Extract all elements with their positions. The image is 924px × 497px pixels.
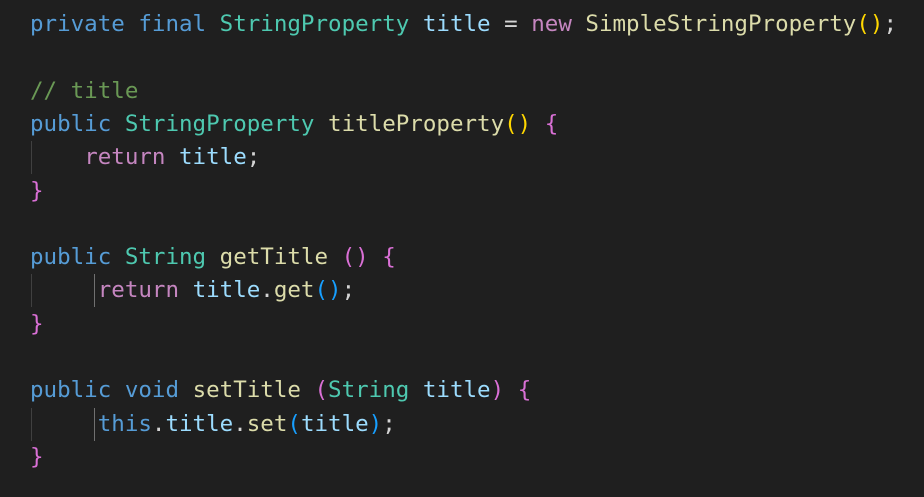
code-token: new	[531, 11, 572, 37]
code-line[interactable]: public StringProperty titleProperty() {	[30, 108, 558, 141]
code-token: private	[30, 11, 125, 37]
code-line[interactable]: this.title.set(title);	[30, 408, 396, 441]
code-token: void	[124, 377, 180, 404]
code-token: return	[97, 277, 180, 304]
code-token: public	[30, 244, 112, 271]
code-token: {	[517, 377, 532, 404]
code-token: return	[84, 144, 166, 171]
code-line[interactable]: return title;	[30, 141, 260, 174]
active-indent-guide	[94, 274, 96, 308]
active-indent-guide	[94, 407, 96, 441]
code-token: title	[300, 410, 369, 437]
code-token: ;	[883, 11, 897, 37]
code-line[interactable]: public String getTitle () {	[30, 241, 396, 274]
code-line[interactable]: public void setTitle (String title) {	[30, 374, 531, 407]
code-token: ()	[341, 244, 369, 271]
code-token: title	[165, 410, 234, 437]
code-token: this	[97, 410, 152, 437]
code-token: public	[30, 377, 112, 404]
code-token: title	[179, 144, 247, 171]
code-token: final	[138, 11, 207, 37]
code-token: )	[368, 410, 383, 437]
code-token: String	[124, 244, 207, 271]
code-line[interactable]: }	[30, 441, 44, 474]
code-token: {	[382, 244, 396, 271]
code-token: SimpleStringProperty	[585, 11, 857, 37]
code-token: String	[328, 377, 410, 404]
code-token: title	[422, 11, 491, 37]
code-editor[interactable]: private final StringProperty title = new…	[0, 0, 924, 497]
code-token: =	[490, 11, 532, 37]
code-line[interactable]: return title.get();	[30, 274, 355, 307]
code-token: ;	[246, 144, 261, 171]
code-token: title	[422, 377, 491, 404]
code-token: // title	[30, 77, 139, 104]
code-line[interactable]: }	[30, 308, 44, 341]
code-token: setTitle	[192, 377, 301, 404]
code-token: .	[260, 277, 274, 304]
code-token: ()	[856, 11, 884, 37]
code-token: set	[246, 410, 288, 437]
code-token: StringProperty	[219, 11, 410, 37]
code-token: StringProperty	[124, 110, 315, 137]
code-token: }	[30, 443, 44, 470]
code-token: }	[30, 177, 44, 204]
code-token: ()	[314, 277, 342, 304]
code-token: (	[287, 410, 301, 437]
code-token: ;	[341, 277, 356, 304]
code-token: (	[314, 377, 329, 404]
code-line[interactable]: // title	[30, 75, 138, 108]
code-token: titleProperty	[328, 110, 505, 137]
code-token: .	[233, 410, 247, 437]
code-line[interactable]: }	[30, 175, 44, 208]
indent-guide	[31, 141, 32, 175]
indent-guide	[31, 407, 32, 441]
code-token: .	[151, 410, 166, 437]
code-token: {	[544, 110, 559, 137]
indent-guide	[31, 274, 32, 308]
code-token: }	[30, 310, 44, 337]
code-token: public	[30, 110, 112, 137]
code-token: ;	[382, 410, 396, 437]
code-line[interactable]: private final StringProperty title = new…	[30, 8, 897, 41]
code-token: ()	[504, 110, 532, 137]
code-token: getTitle	[219, 244, 329, 271]
code-token: get	[273, 277, 315, 304]
code-token: )	[490, 377, 505, 404]
code-token: title	[192, 277, 261, 304]
